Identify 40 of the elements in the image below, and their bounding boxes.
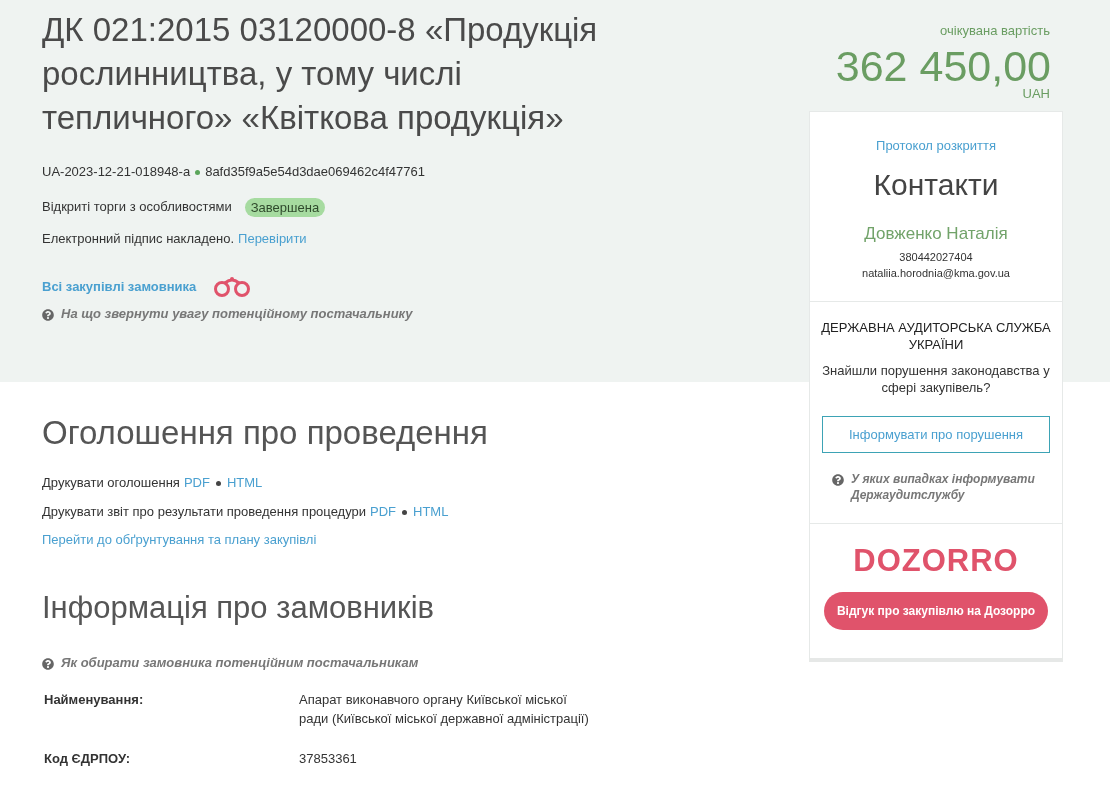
signature-text: Електронний підпис накладено.: [42, 230, 235, 249]
audit-question: Знайшли порушення законодавства у сфері закупівель?: [821, 362, 1051, 396]
help-icon: [42, 309, 54, 321]
protocol-link[interactable]: Протокол розкриття: [876, 136, 996, 156]
report-violation-button[interactable]: Інформувати про порушення: [822, 416, 1050, 453]
expected-value-label: очікувана вартість: [940, 22, 1050, 41]
verify-link[interactable]: Перевірити: [238, 229, 307, 249]
customer-procurements-link[interactable]: Всі закупівлі замовника: [42, 277, 197, 297]
section-heading: Інформація про замовників: [42, 589, 436, 627]
contact-name: Довженко Наталія: [864, 223, 1008, 245]
tender-title: ДК 021:2015 03120000-8 «Продукція рослинництва, у тому числі тепличного» «Квіткова продукція»: [42, 10, 599, 138]
print-format-link[interactable]: PDF: [183, 473, 210, 493]
hint-link[interactable]: У яких випадках інформувати Держаудитслужбу: [851, 471, 1048, 503]
field-label: Найменування:: [43, 691, 145, 709]
help-icon: [42, 658, 54, 670]
status-badge: Завершена: [244, 197, 326, 217]
field-value: Апарат виконавчого органу Київської міської ради (Київської міської державної адміністрації): [299, 691, 590, 728]
hint-link[interactable]: Як обирати замовника потенційним постачальникам: [61, 655, 419, 671]
contact-email: nataliia.horodnia@kma.gov.ua: [862, 266, 1010, 281]
help-icon: [832, 474, 844, 486]
tender-hash: 8afd35f9a5e54d3dae069462c4f47761: [205, 163, 425, 182]
contact-phone: 380442027404: [899, 250, 973, 265]
procedure-type: Відкриті торги з особливостями: [42, 198, 232, 217]
print-label: Друкувати оголошення: [42, 474, 180, 493]
tender-id: UA-2023-12-21-018948-a: [42, 163, 191, 182]
currency-label: UAH: [1022, 86, 1050, 104]
print-format-link[interactable]: PDF: [370, 502, 397, 522]
contacts-heading: Контакти: [873, 167, 999, 203]
hint-link[interactable]: На що звернути увагу потенційному постачальнику: [61, 306, 413, 322]
field-value: 37853361: [299, 750, 358, 768]
binoculars-icon: [213, 276, 252, 298]
logo-wordmark: DOZORRO: [853, 546, 1019, 576]
print-format-link[interactable]: HTML: [226, 473, 263, 493]
plan-link[interactable]: Перейти до обґрунтування та плану закупівлі: [42, 530, 317, 550]
print-label: Друкувати звіт про результати проведення процедури: [42, 503, 367, 522]
dozorro-feedback-button[interactable]: Відгук про закупівлю на Дозорро: [824, 592, 1048, 630]
section-heading: Оголошення про проведення: [42, 413, 489, 453]
field-label: Код ЄДРПОУ:: [43, 750, 131, 768]
audit-service-title: ДЕРЖАВНА АУДИТОРСЬКА СЛУЖБА УКРАЇНИ: [820, 319, 1052, 353]
print-format-link[interactable]: HTML: [413, 502, 449, 522]
